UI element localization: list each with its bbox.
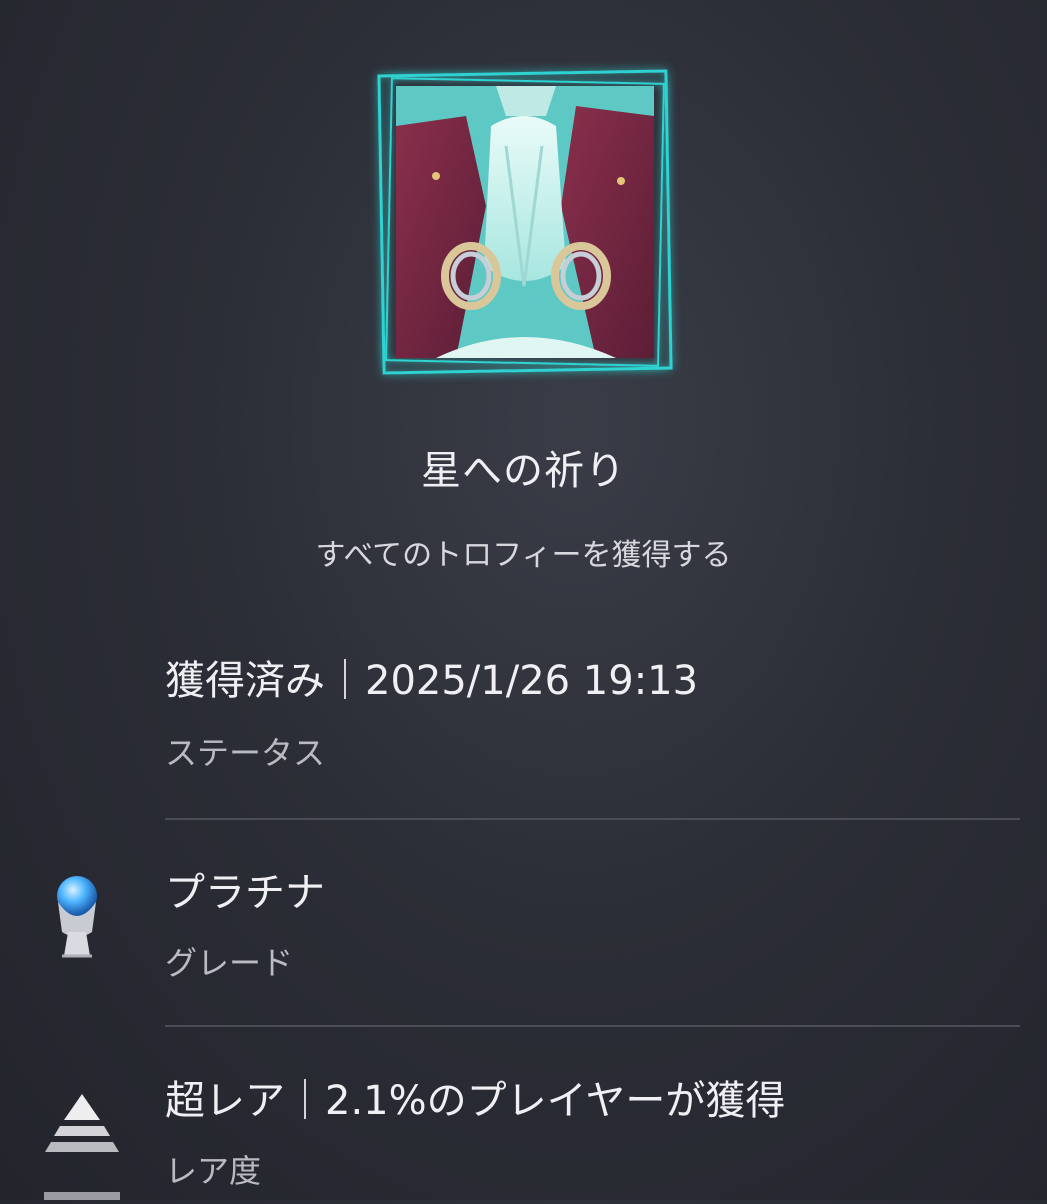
status-label: ステータス	[165, 734, 326, 772]
grade-value: プラチナ	[165, 870, 325, 916]
rarity-label: レア度	[165, 1152, 262, 1190]
rarity-pyramid-icon	[42, 1094, 122, 1204]
rarity-pyramid-icon-svg	[44, 1094, 120, 1200]
status-value: 獲得済み｜2025/1/26 19:13	[165, 658, 699, 704]
rarity-row: 超レア｜2.1%のプレイヤーが獲得 レア度	[0, 1058, 1047, 1200]
status-row: 獲得済み｜2025/1/26 19:13 ステータス	[0, 640, 1047, 810]
platinum-trophy-icon	[48, 872, 106, 964]
rarity-value: 超レア｜2.1%のプレイヤーが獲得	[165, 1078, 786, 1124]
trophy-image	[377, 69, 673, 375]
trophy-art-image	[396, 86, 654, 358]
trophy-description: すべてのトロフィーを獲得する	[315, 538, 732, 573]
grade-row: プラチナ グレード	[0, 850, 1047, 1020]
grade-label: グレード	[165, 944, 294, 982]
trophy-art-illustration	[396, 86, 654, 358]
divider	[165, 818, 1020, 820]
platinum-trophy-icon-svg	[57, 876, 97, 958]
trophy-title: 星への祈り	[421, 448, 626, 494]
divider	[165, 1025, 1020, 1027]
